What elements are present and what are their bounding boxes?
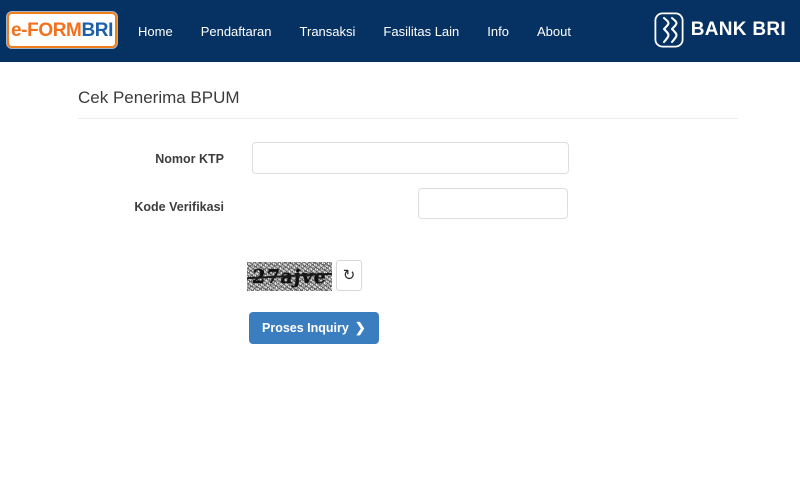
logo-text-eform: e-FORM bbox=[11, 19, 82, 41]
submit-button-label: Proses Inquiry bbox=[262, 321, 349, 335]
kode-verifikasi-input[interactable] bbox=[418, 188, 568, 219]
nav-item-info[interactable]: Info bbox=[473, 18, 523, 45]
nav-item-transaksi[interactable]: Transaksi bbox=[286, 18, 370, 45]
title-divider bbox=[78, 118, 738, 119]
captcha-image: 27ajve bbox=[247, 262, 332, 291]
site-header: e-FORMBRI Home Pendaftaran Transaksi Fas… bbox=[0, 0, 800, 62]
page-title: Cek Penerima BPUM bbox=[78, 88, 240, 107]
bank-bri-logo: BANK BRI bbox=[654, 11, 786, 49]
nav-item-home[interactable]: Home bbox=[124, 18, 187, 45]
nav-item-pendaftaran[interactable]: Pendaftaran bbox=[187, 18, 286, 45]
nav-item-about[interactable]: About bbox=[523, 18, 585, 45]
logo-text: e-FORMBRI bbox=[11, 21, 113, 40]
form-row-ktp: Nomor KTP bbox=[0, 136, 800, 184]
nav-item-fasilitas-lain[interactable]: Fasilitas Lain bbox=[369, 18, 473, 45]
proses-inquiry-button[interactable]: Proses Inquiry ❯ bbox=[249, 312, 379, 344]
eform-bri-logo[interactable]: e-FORMBRI bbox=[7, 12, 117, 48]
chevron-right-icon: ❯ bbox=[354, 320, 366, 335]
captcha-refresh-button[interactable]: ↻ bbox=[336, 260, 362, 291]
bri-mark-icon bbox=[654, 12, 684, 48]
ktp-label: Nomor KTP bbox=[155, 152, 224, 166]
page-content: Cek Penerima BPUM Nomor KTP Kode Verifik… bbox=[0, 62, 800, 500]
main-navigation: Home Pendaftaran Transaksi Fasilitas Lai… bbox=[124, 0, 585, 62]
kode-verifikasi-label: Kode Verifikasi bbox=[134, 200, 224, 214]
form-row-kode-verifikasi: Kode Verifikasi bbox=[0, 184, 800, 232]
refresh-icon: ↻ bbox=[342, 267, 356, 284]
bpum-inquiry-form: Nomor KTP Kode Verifikasi bbox=[0, 136, 800, 232]
logo-text-bri: BRI bbox=[81, 19, 113, 41]
bank-logo-text: BANK BRI bbox=[690, 19, 786, 40]
ktp-input[interactable] bbox=[252, 142, 569, 174]
